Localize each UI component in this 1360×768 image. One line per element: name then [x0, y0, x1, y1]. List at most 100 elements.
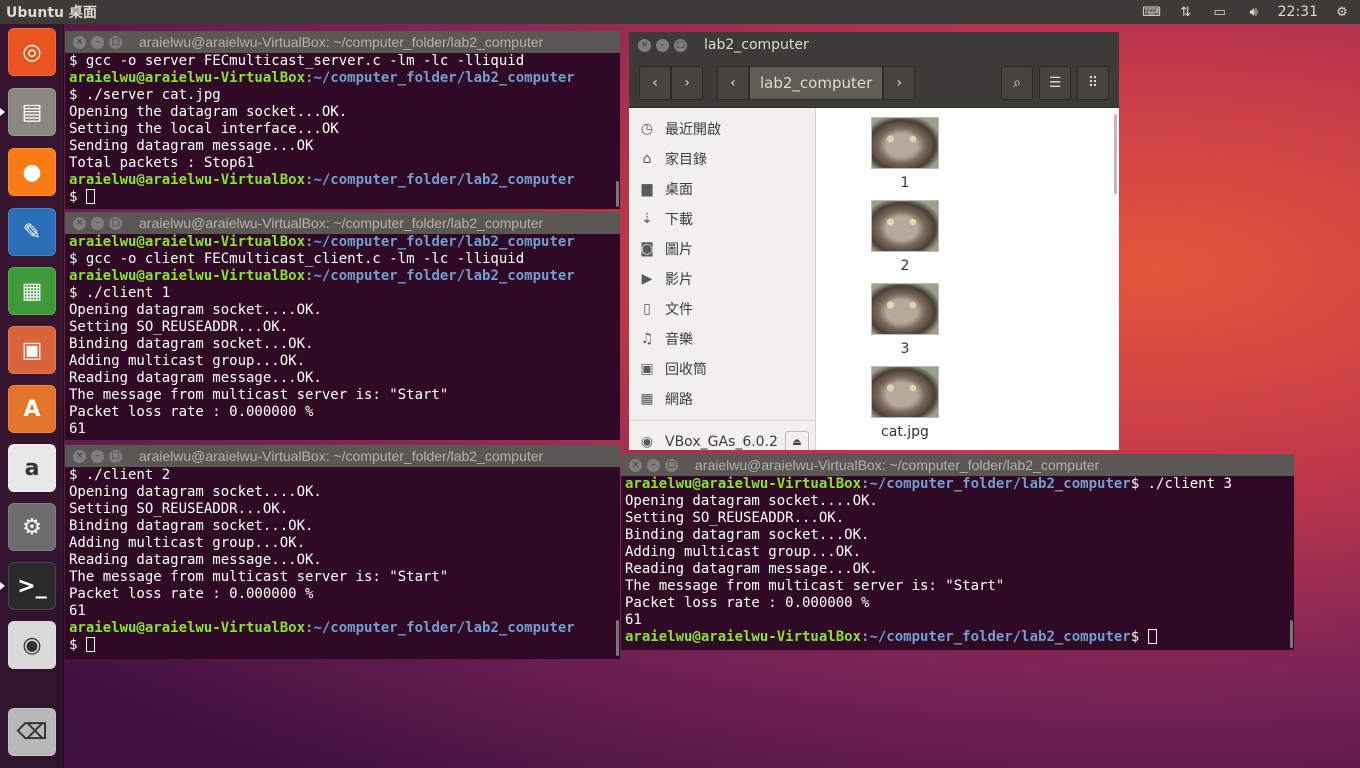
- sidebar-item[interactable]: ♫ 音樂: [629, 324, 815, 354]
- line-text: The message from multicast server is: "S…: [625, 578, 1005, 594]
- scrollbar[interactable]: [1114, 114, 1117, 194]
- close-icon[interactable]: ×: [73, 216, 86, 230]
- terminal-glyph: >_: [17, 573, 47, 599]
- sidebar-item-drive[interactable]: ◉ VBox_GAs_6.0.2 ⏏: [629, 427, 815, 450]
- minimize-icon[interactable]: –: [91, 449, 104, 463]
- impress-icon[interactable]: ▣: [8, 326, 56, 374]
- ubuntu-dash-icon[interactable]: ◎: [8, 28, 56, 76]
- maximize-icon[interactable]: □: [674, 38, 687, 52]
- list-view-icon[interactable]: ☰: [1039, 65, 1071, 100]
- calc-icon[interactable]: ▦: [8, 267, 56, 315]
- maximize-icon[interactable]: □: [665, 458, 678, 472]
- terminal-line: $ ./server cat.jpg: [69, 87, 620, 104]
- file-item[interactable]: 3: [870, 283, 940, 357]
- writer-icon[interactable]: ✎: [8, 208, 56, 256]
- minimize-icon[interactable]: –: [91, 216, 104, 230]
- battery-icon[interactable]: ▭: [1210, 4, 1230, 20]
- grid-view-icon[interactable]: ⠿: [1077, 65, 1109, 100]
- sidebar-item[interactable]: ◙ 圖片: [629, 234, 815, 264]
- sidebar-item-label: 音樂: [665, 332, 693, 348]
- terminal-titlebar[interactable]: × – □ araielwu@araielwu-VirtualBox: ~/co…: [65, 445, 620, 467]
- line-text: Reading datagram message...OK.: [69, 370, 322, 386]
- minimize-icon[interactable]: –: [647, 458, 660, 472]
- line-text: Adding multicast group...OK.: [69, 353, 306, 369]
- scrollbar[interactable]: [1290, 620, 1293, 648]
- terminal-line: $ gcc -o client FECmulticast_client.c -l…: [69, 251, 620, 268]
- maximize-icon[interactable]: □: [109, 35, 122, 49]
- terminal-line: Binding datagram socket...OK.: [69, 518, 620, 535]
- terminal-line: araielwu@araielwu-VirtualBox:~/computer_…: [69, 268, 620, 285]
- back-arrow-icon[interactable]: ‹: [639, 65, 671, 100]
- breadcrumb-current[interactable]: lab2_computer: [749, 65, 884, 100]
- volume-icon[interactable]: 🔊︎: [1244, 4, 1264, 20]
- calc-glyph: ▦: [21, 278, 43, 304]
- sidebar-item[interactable]: ◷ 最近開啟: [629, 114, 815, 144]
- close-icon[interactable]: ×: [629, 458, 642, 472]
- terminal-output[interactable]: $ gcc -o server FECmulticast_server.c -l…: [65, 53, 620, 206]
- eject-icon[interactable]: ⏏: [785, 431, 809, 450]
- text-cursor: [1147, 629, 1157, 644]
- file-item[interactable]: 2: [870, 200, 940, 274]
- forward-arrow-icon[interactable]: ›: [671, 65, 703, 100]
- sidebar-item[interactable]: ⌂ 家目錄: [629, 144, 815, 174]
- sidebar-item[interactable]: ▦ 網路: [629, 384, 815, 414]
- breadcrumb: ‹ lab2_computer ›: [717, 65, 916, 100]
- gear-icon[interactable]: ⚙: [1332, 4, 1352, 20]
- terminal-titlebar[interactable]: × – □ araielwu@araielwu-VirtualBox: ~/co…: [621, 454, 1294, 476]
- minimize-icon[interactable]: –: [91, 35, 104, 49]
- line-text: $: [69, 189, 86, 205]
- terminal-output[interactable]: araielwu@araielwu-VirtualBox:~/computer_…: [621, 476, 1294, 646]
- terminal-line: $: [69, 189, 620, 206]
- sidebar-item-label: 影片: [665, 272, 693, 288]
- terminal-client-2[interactable]: × – □ araielwu@araielwu-VirtualBox: ~/co…: [65, 445, 620, 659]
- home-icon: ⌂: [642, 151, 652, 167]
- search-icon[interactable]: ⌕: [1001, 65, 1033, 100]
- minimize-icon[interactable]: –: [656, 38, 669, 52]
- system-settings-icon[interactable]: ⚙: [8, 503, 56, 551]
- terminal-line: 61: [69, 603, 620, 620]
- clock[interactable]: 22:31: [1278, 4, 1318, 20]
- amazon-icon[interactable]: a: [8, 444, 56, 492]
- line-text: $: [1130, 629, 1148, 645]
- running-indicator: [0, 108, 5, 116]
- file-name: cat.jpg: [881, 424, 929, 440]
- document-icon: ▯: [643, 301, 651, 317]
- files-icon[interactable]: ▤: [8, 88, 56, 136]
- close-icon[interactable]: ×: [73, 449, 86, 463]
- terminal-titlebar[interactable]: × – □ araielwu@araielwu-VirtualBox: ~/co…: [65, 212, 620, 234]
- sidebar-item[interactable]: ▣ 回收筒: [629, 354, 815, 384]
- file-view[interactable]: 1 2 3 cat.jpg: [816, 108, 1119, 450]
- sidebar-item[interactable]: ⇣ 下載: [629, 204, 815, 234]
- terminal-line: Setting SO_REUSEADDR...OK.: [69, 319, 620, 336]
- terminal-line: Reading datagram message...OK.: [69, 552, 620, 569]
- terminal-titlebar[interactable]: × – □ araielwu@araielwu-VirtualBox: ~/co…: [65, 31, 620, 53]
- keyboard-icon[interactable]: ⌨: [1142, 4, 1162, 20]
- terminal-client-1[interactable]: × – □ araielwu@araielwu-VirtualBox: ~/co…: [65, 212, 620, 440]
- terminal-line: Sending datagram message...OK: [69, 138, 620, 155]
- terminal-server[interactable]: × – □ araielwu@araielwu-VirtualBox: ~/co…: [65, 31, 620, 209]
- breadcrumb-right-icon[interactable]: ›: [883, 65, 916, 100]
- scrollbar[interactable]: [616, 181, 619, 207]
- scrollbar[interactable]: [616, 620, 619, 656]
- sidebar-item[interactable]: ▶ 影片: [629, 264, 815, 294]
- close-icon[interactable]: ×: [638, 38, 651, 52]
- close-icon[interactable]: ×: [73, 35, 86, 49]
- maximize-icon[interactable]: □: [109, 216, 122, 230]
- terminal-client-3[interactable]: × – □ araielwu@araielwu-VirtualBox: ~/co…: [621, 454, 1294, 650]
- terminal-output[interactable]: araielwu@araielwu-VirtualBox:~/computer_…: [65, 234, 620, 438]
- file-manager-window[interactable]: × – □ lab2_computer ‹ › ‹ lab2_computer …: [629, 32, 1119, 450]
- sidebar-item[interactable]: ▯ 文件: [629, 294, 815, 324]
- terminal-icon[interactable]: >_: [8, 562, 56, 610]
- firefox-icon[interactable]: ●: [8, 148, 56, 196]
- maximize-icon[interactable]: □: [109, 449, 122, 463]
- file-item[interactable]: cat.jpg: [870, 366, 940, 440]
- file-item[interactable]: 1: [870, 117, 940, 191]
- trash-icon[interactable]: ⌫: [8, 708, 56, 756]
- breadcrumb-left-icon[interactable]: ‹: [717, 65, 749, 100]
- terminal-output[interactable]: $ ./client 2 Opening datagram socket....O…: [65, 467, 620, 654]
- software-center-icon[interactable]: A: [8, 385, 56, 433]
- network-icon[interactable]: ⇅: [1176, 4, 1196, 20]
- dvd-icon[interactable]: ◉: [8, 621, 56, 669]
- file-manager-titlebar[interactable]: × – □ lab2_computer: [629, 32, 1119, 58]
- sidebar-item[interactable]: ▆ 桌面: [629, 174, 815, 204]
